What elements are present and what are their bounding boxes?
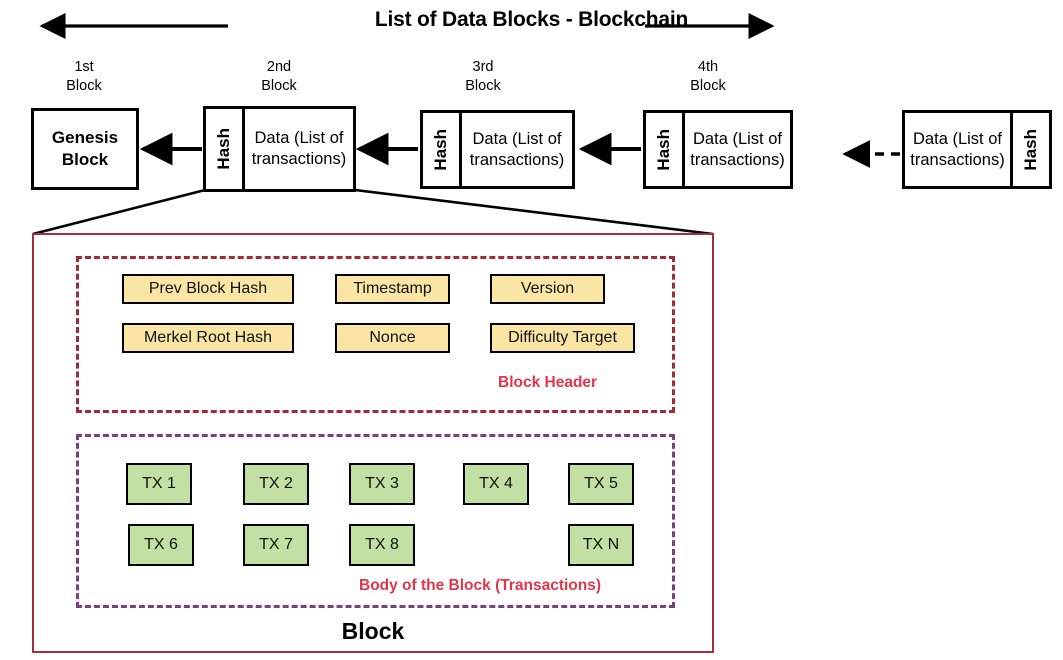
tx-box-2[interactable]: TX 2 bbox=[243, 463, 309, 505]
chain-block-genesis[interactable]: Genesis Block bbox=[31, 108, 139, 190]
genesis-block-label: Genesis Block bbox=[34, 111, 136, 187]
block-header-region-label: Block Header bbox=[498, 374, 598, 391]
chain-block-next-hash-label: Hash bbox=[1021, 128, 1040, 171]
tx-box-5-label: TX 5 bbox=[584, 475, 618, 492]
header-field-version[interactable]: Version bbox=[490, 274, 605, 304]
block-caption-2: 2nd Block bbox=[219, 58, 339, 96]
tx-box-n[interactable]: TX N bbox=[568, 524, 634, 566]
block-caption-3-line1: 3rd bbox=[472, 59, 494, 75]
tx-box-6-label: TX 6 bbox=[144, 536, 178, 553]
zoom-connector-lines bbox=[32, 188, 714, 236]
chain-block-2-data-line2: transactions) bbox=[251, 150, 347, 168]
tx-box-8[interactable]: TX 8 bbox=[349, 524, 415, 566]
chain-block-4-hash-label: Hash bbox=[654, 128, 673, 171]
header-field-prev-block-hash[interactable]: Prev Block Hash bbox=[122, 274, 294, 304]
tx-box-7-label: TX 7 bbox=[259, 536, 293, 553]
chain-block-next-data-cell: Data (List of transactions) bbox=[905, 113, 1010, 186]
block-caption-2-line2: Block bbox=[261, 78, 297, 94]
block-caption-1-line2: Block bbox=[66, 78, 102, 94]
header-field-difficulty-target[interactable]: Difficulty Target bbox=[490, 323, 635, 353]
block-caption-3-line2: Block bbox=[465, 78, 501, 94]
tx-box-n-label: TX N bbox=[582, 536, 620, 553]
chain-block-3-data-cell: Data (List of transactions) bbox=[462, 113, 572, 186]
chain-block-4-data-line1: Data (List of bbox=[693, 129, 782, 148]
chain-block-2-hash-cell: Hash bbox=[206, 109, 245, 189]
diagram-canvas: List of Data Blocks - Blockchain 1st Blo… bbox=[0, 0, 1063, 660]
chain-block-next[interactable]: Data (List of transactions) Hash bbox=[902, 110, 1052, 189]
tx-box-4[interactable]: TX 4 bbox=[463, 463, 529, 505]
header-field-difficulty-target-label: Difficulty Target bbox=[508, 329, 617, 346]
page-title: List of Data Blocks - Blockchain bbox=[374, 8, 689, 31]
block-caption-1: 1st Block bbox=[24, 58, 144, 96]
header-field-nonce[interactable]: Nonce bbox=[335, 323, 450, 353]
chain-block-2-hash-label: Hash bbox=[214, 128, 233, 170]
header-field-merkel-root-hash-label: Merkel Root Hash bbox=[143, 329, 273, 346]
header-field-nonce-label: Nonce bbox=[369, 329, 416, 346]
tx-box-4-label: TX 4 bbox=[479, 475, 513, 492]
chain-block-next-data-line1: Data (List of bbox=[913, 129, 1002, 148]
chain-block-3[interactable]: Hash Data (List of transactions) bbox=[420, 110, 575, 189]
chain-block-4-data-line2: transactions) bbox=[690, 150, 785, 169]
genesis-line-2: Block bbox=[61, 150, 109, 169]
chain-block-4-hash-cell: Hash bbox=[646, 113, 685, 186]
header-field-timestamp-label: Timestamp bbox=[353, 280, 432, 297]
tx-box-5[interactable]: TX 5 bbox=[568, 463, 634, 505]
tx-box-3[interactable]: TX 3 bbox=[349, 463, 415, 505]
chain-block-4-data-cell: Data (List of transactions) bbox=[685, 113, 790, 186]
block-caption-4-line2: Block bbox=[690, 78, 726, 94]
header-field-timestamp[interactable]: Timestamp bbox=[335, 274, 450, 304]
tx-box-7[interactable]: TX 7 bbox=[243, 524, 309, 566]
chain-block-3-hash-cell: Hash bbox=[423, 113, 462, 186]
block-caption-4-line1: 4th bbox=[697, 59, 719, 75]
header-field-merkel-root-hash[interactable]: Merkel Root Hash bbox=[122, 323, 294, 353]
chain-block-2-data-cell: Data (List of transactions) bbox=[245, 109, 353, 189]
tx-box-2-label: TX 2 bbox=[259, 475, 293, 492]
tx-box-3-label: TX 3 bbox=[365, 475, 399, 492]
genesis-line-1: Genesis bbox=[51, 128, 119, 147]
tx-box-1[interactable]: TX 1 bbox=[126, 463, 192, 505]
chain-block-3-data-line1: Data (List of bbox=[472, 129, 562, 148]
tx-box-8-label: TX 8 bbox=[365, 536, 399, 553]
block-body-region-label: Body of the Block (Transactions) bbox=[359, 577, 602, 594]
block-caption-2-line1: 2nd bbox=[266, 59, 292, 75]
chain-block-2[interactable]: Hash Data (List of transactions) bbox=[203, 106, 356, 192]
expanded-block-title: Block bbox=[341, 618, 405, 644]
block-caption-4: 4th Block bbox=[648, 58, 768, 96]
tx-box-6[interactable]: TX 6 bbox=[128, 524, 194, 566]
tx-box-1-label: TX 1 bbox=[142, 475, 176, 492]
block-caption-1-line1: 1st bbox=[74, 59, 94, 75]
chain-block-4[interactable]: Hash Data (List of transactions) bbox=[643, 110, 793, 189]
chain-block-next-hash-cell: Hash bbox=[1010, 113, 1049, 186]
chain-block-3-data-line2: transactions) bbox=[469, 150, 565, 169]
chain-block-next-data-line2: transactions) bbox=[910, 150, 1005, 169]
header-field-version-label: Version bbox=[520, 280, 575, 297]
block-caption-3: 3rd Block bbox=[423, 58, 543, 96]
header-field-prev-block-hash-label: Prev Block Hash bbox=[148, 280, 268, 297]
chain-block-3-hash-label: Hash bbox=[431, 128, 450, 171]
chain-block-2-data-line1: Data (List of bbox=[254, 129, 344, 147]
